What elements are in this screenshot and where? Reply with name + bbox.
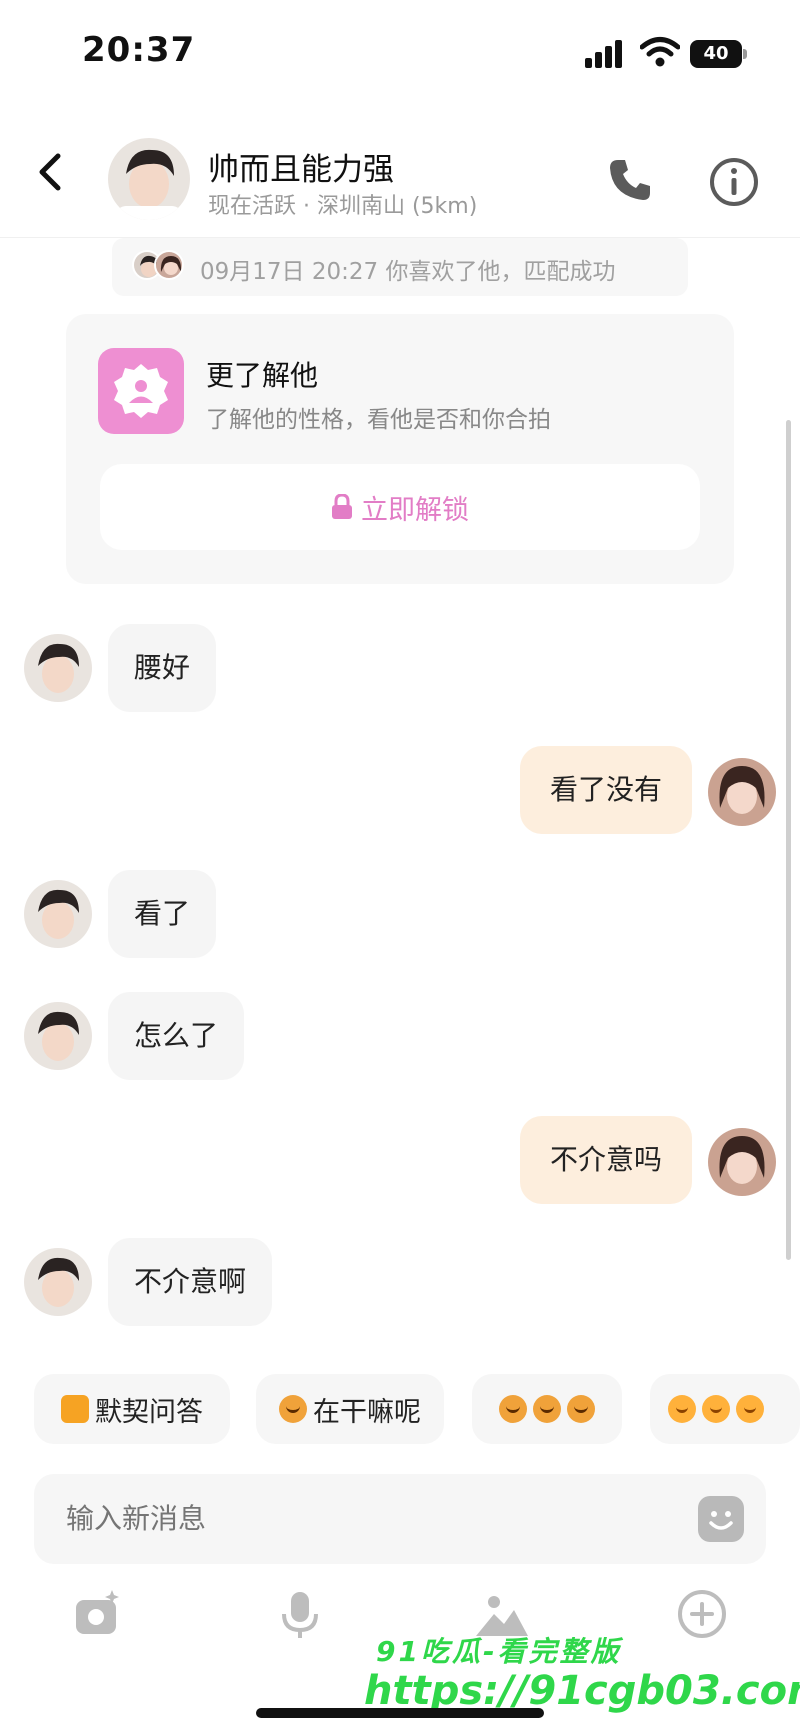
tiger-emoji-icon	[567, 1395, 595, 1423]
user-avatar[interactable]	[708, 758, 776, 826]
pencil-icon	[61, 1395, 89, 1423]
message-row: 看了没有	[0, 746, 800, 846]
info-icon[interactable]	[708, 156, 760, 208]
phone-icon[interactable]	[606, 156, 654, 204]
battery-indicator: 40	[690, 40, 742, 68]
cat-emoji-icon	[736, 1395, 764, 1423]
contact-avatar[interactable]	[24, 1002, 92, 1070]
plus-circle-icon[interactable]	[674, 1586, 730, 1642]
quick-reply-label: 默契问答	[95, 1396, 203, 1428]
quick-reply-chip[interactable]	[650, 1374, 800, 1444]
unlock-label: 立即解锁	[361, 494, 469, 526]
contact-name: 帅而且能力强	[208, 152, 394, 188]
user-mini-avatar	[154, 250, 184, 280]
cat-emoji-icon	[702, 1395, 730, 1423]
know-card-title: 更了解他	[206, 359, 319, 392]
know-card-description: 了解他的性格，看他是否和你合拍	[206, 407, 551, 433]
quick-reply-bar: 默契问答 在干嘛呢	[0, 1374, 800, 1444]
message-row: 不介意啊	[0, 1238, 800, 1338]
status-time: 20:37	[82, 30, 196, 70]
message-row: 腰好	[0, 624, 800, 724]
scrollbar[interactable]	[786, 420, 791, 1260]
quick-reply-chip[interactable]	[472, 1374, 622, 1444]
contact-avatar[interactable]	[24, 1248, 92, 1316]
contact-avatar[interactable]	[24, 880, 92, 948]
match-text: 09月17日 20:27 你喜欢了他，匹配成功	[200, 259, 616, 285]
home-indicator[interactable]	[256, 1708, 544, 1718]
status-bar: 20:37 40	[0, 0, 800, 100]
message-input[interactable]	[66, 1474, 626, 1564]
chat-header: 帅而且能力强 现在活跃 · 深圳南山 (5km)	[0, 120, 800, 238]
tiger-emoji-icon	[279, 1395, 307, 1423]
cellular-signal-icon	[585, 40, 625, 68]
microphone-icon[interactable]	[272, 1586, 328, 1642]
match-avatars	[132, 250, 192, 282]
personality-badge-icon	[98, 348, 184, 434]
message-input-container	[34, 1474, 766, 1564]
quick-reply-label: 在干嘛呢	[313, 1396, 421, 1428]
incoming-message[interactable]: 看了	[108, 870, 217, 958]
back-arrow-icon[interactable]	[28, 150, 72, 194]
outgoing-message[interactable]: 看了没有	[519, 746, 692, 834]
battery-tip	[743, 49, 747, 59]
wifi-icon	[640, 37, 680, 67]
match-banner: 09月17日 20:27 你喜欢了他，匹配成功	[112, 238, 688, 296]
know-him-card: 更了解他 了解他的性格，看他是否和你合拍 立即解锁	[66, 314, 734, 584]
unlock-button[interactable]: 立即解锁	[100, 464, 700, 550]
camera-icon[interactable]	[70, 1586, 126, 1642]
contact-avatar[interactable]	[24, 634, 92, 702]
tiger-emoji-icon	[499, 1395, 527, 1423]
emoji-icon[interactable]	[698, 1496, 744, 1542]
tiger-emoji-icon	[533, 1395, 561, 1423]
message-row: 不介意吗	[0, 1116, 800, 1216]
message-row: 看了	[0, 870, 800, 970]
cat-emoji-icon	[668, 1395, 696, 1423]
quick-reply-chip[interactable]: 在干嘛呢	[256, 1374, 444, 1444]
watermark-title: 91吃瓜-看完整版	[376, 1635, 622, 1668]
incoming-message[interactable]: 怎么了	[108, 992, 245, 1080]
quick-reply-chip[interactable]: 默契问答	[34, 1374, 230, 1444]
contact-status: 现在活跃 · 深圳南山 (5km)	[208, 194, 478, 219]
contact-avatar[interactable]	[108, 138, 190, 220]
user-avatar[interactable]	[708, 1128, 776, 1196]
incoming-message[interactable]: 不介意啊	[108, 1238, 273, 1326]
incoming-message[interactable]: 腰好	[108, 624, 217, 712]
message-row: 怎么了	[0, 992, 800, 1092]
outgoing-message[interactable]: 不介意吗	[519, 1116, 692, 1204]
lock-icon	[332, 494, 352, 519]
